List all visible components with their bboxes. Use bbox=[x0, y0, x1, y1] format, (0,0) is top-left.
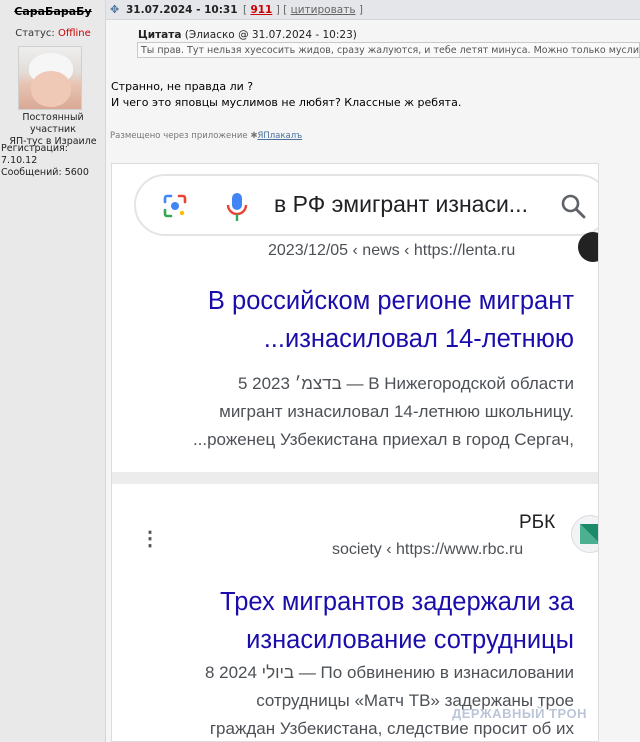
result-title: Трех мигрантов задержали за изнасиловани… bbox=[114, 583, 574, 659]
title-line: В российском регионе мигрант bbox=[207, 287, 574, 315]
watermark: ДЕРЖАВНЫЙ ТРОН bbox=[452, 706, 587, 721]
rank-line: Постоянный участник bbox=[22, 112, 84, 135]
post-header: ✥ 31.07.2024 - 10:31 [ 911 ] [ цитироват… bbox=[106, 0, 640, 20]
status-label: Статус: bbox=[15, 28, 55, 39]
username[interactable]: СараБараБу bbox=[0, 5, 106, 18]
post-number-link[interactable]: 911 bbox=[250, 4, 272, 16]
post: ✥ 31.07.2024 - 10:31 [ 911 ] [ цитироват… bbox=[106, 0, 640, 742]
app-link[interactable]: ЯПлакалъ bbox=[257, 131, 302, 141]
status-value: Offline bbox=[57, 28, 91, 39]
site-favicon bbox=[578, 232, 598, 262]
quote-author: (Элиаско @ 31.07.2024 - 10:23) bbox=[184, 29, 357, 41]
rbc-favicon-icon bbox=[571, 515, 598, 553]
search-icon bbox=[561, 194, 586, 219]
snippet-line: мигрант изнасиловал 14-летнюю школьницу. bbox=[219, 402, 574, 421]
quote-header: Цитата (Элиаско @ 31.07.2024 - 10:23) bbox=[138, 29, 357, 41]
user-status: Статус: Offline bbox=[0, 28, 106, 39]
result-snippet: 5 בדצמ׳ 2023 — В Нижегородской области м… bbox=[114, 370, 574, 454]
attached-screenshot[interactable]: в РФ эмигрант изнаси... 2023/12/05 ‹ new… bbox=[111, 163, 599, 742]
quote-label: Цитата bbox=[138, 29, 182, 41]
pin-icon[interactable]: ✥ bbox=[110, 3, 119, 16]
google-lens-icon bbox=[163, 194, 187, 218]
title-line: Трех мигрантов задержали за bbox=[220, 588, 574, 616]
microphone-icon bbox=[226, 193, 248, 221]
user-info-column: СараБараБу Статус: Offline Постоянный уч… bbox=[0, 0, 106, 742]
message-line: И чего это яповцы муслимов не любят? Кла… bbox=[111, 96, 462, 109]
search-result: ⋮ РБК society ‹ https://www.rbc.ru Трех … bbox=[112, 484, 598, 741]
snippet-line: 8 ביולי 2024 — По обвинению в изнасилова… bbox=[204, 663, 574, 682]
title-line: ...изнасиловал 14-летнюю bbox=[263, 325, 574, 353]
search-query: в РФ эмигрант изнаси... bbox=[274, 191, 528, 217]
result-url: society ‹ https://www.rbc.ru bbox=[332, 541, 524, 558]
more-options-icon: ⋮ bbox=[140, 528, 160, 550]
title-line: изнасилование сотрудницы bbox=[246, 626, 574, 654]
result-divider bbox=[112, 472, 598, 484]
via-text: Размещено через приложение bbox=[110, 131, 248, 141]
avatar[interactable] bbox=[18, 46, 82, 110]
post-date: 31.07.2024 - 10:31 bbox=[126, 4, 238, 16]
snippet-line: ...роженец Узбекистана приехал в город С… bbox=[192, 430, 574, 449]
post-message: Странно, не правда ли ? И чего это яповц… bbox=[111, 79, 461, 111]
avatar-face bbox=[31, 71, 71, 107]
message-line: Странно, не правда ли ? bbox=[111, 80, 254, 93]
search-result: 2023/12/05 ‹ news ‹ https://lenta.ru В р… bbox=[112, 232, 598, 472]
search-bar: в РФ эмигрант изнаси... bbox=[134, 174, 598, 236]
message-count: Сообщений: 5600 bbox=[1, 167, 89, 178]
result-title: В российском регионе мигрант ...изнасило… bbox=[114, 282, 574, 358]
snippet-line: 5 בדצמ׳ 2023 — В Нижегородской области bbox=[237, 374, 574, 393]
result-snippet: 8 ביולי 2024 — По обвинению в изнасилова… bbox=[114, 659, 574, 741]
result-url: 2023/12/05 ‹ news ‹ https://lenta.ru bbox=[268, 242, 516, 259]
result-site-name: РБК bbox=[519, 512, 556, 533]
posted-via: Размещено через приложение ✱ЯПлакалъ bbox=[110, 131, 302, 141]
post-actions: [ 911 ] [ цитировать ] bbox=[243, 4, 363, 16]
registration-date: Регистрация: 7.10.12 bbox=[1, 143, 68, 166]
quote-text: Ты прав. Тут нельзя хуесосить жидов, сра… bbox=[137, 42, 640, 58]
user-meta: Регистрация: 7.10.12 Сообщений: 5600 bbox=[1, 143, 105, 179]
cite-link[interactable]: цитировать bbox=[291, 4, 356, 16]
